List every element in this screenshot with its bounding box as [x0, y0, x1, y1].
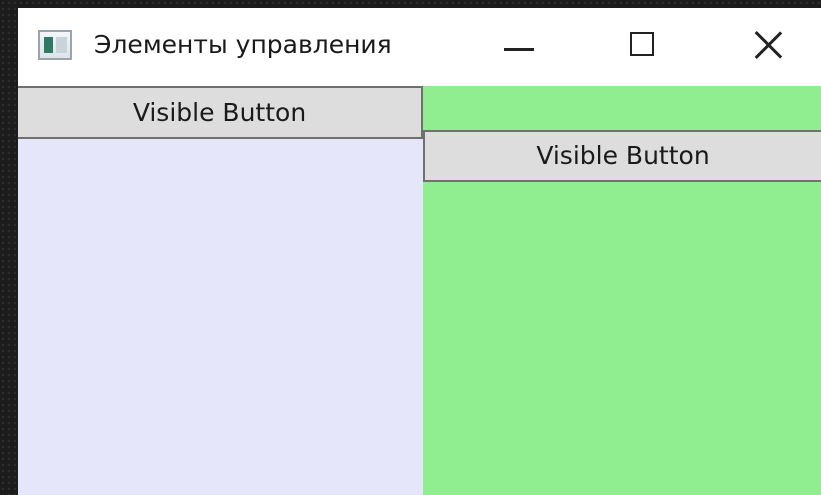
minimize-icon: [504, 48, 534, 51]
title-bar[interactable]: Элементы управления: [18, 8, 821, 86]
app-icon-glass: [56, 37, 67, 53]
maximize-button[interactable]: [610, 8, 674, 86]
app-window-icon[interactable]: [38, 30, 72, 60]
right-panel: Visible Button: [423, 86, 821, 495]
right-visible-button[interactable]: Visible Button: [423, 130, 821, 182]
app-icon-pane: [44, 37, 53, 53]
client-area: Visible Button Visible Button: [18, 86, 821, 495]
minimize-button[interactable]: [488, 8, 552, 86]
left-visible-button[interactable]: Visible Button: [18, 86, 423, 139]
maximize-icon: [630, 32, 654, 56]
left-panel: Visible Button: [18, 86, 423, 495]
close-button[interactable]: [738, 8, 802, 86]
window-title: Элементы управления: [94, 30, 392, 59]
app-window: Элементы управления Visible Button Visib…: [18, 8, 821, 495]
close-icon: [754, 30, 784, 60]
